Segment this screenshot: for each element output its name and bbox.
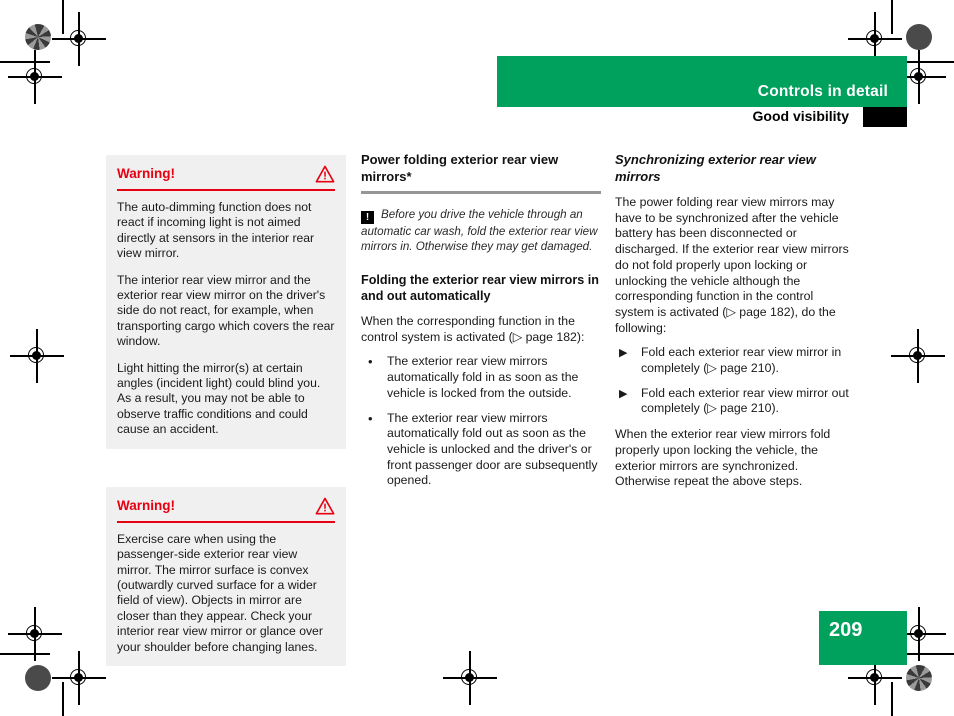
registration-mark-left-middle	[10, 329, 64, 383]
registration-mark-bottom-middle	[443, 651, 497, 705]
warning-box-2: Warning! Exercise care when using the pa…	[106, 486, 346, 666]
warning-box-1-paragraph-1: The auto-dimming function does not react…	[117, 200, 315, 261]
warning-box-1-paragraph-3: Light hitting the mirror(s) at certain a…	[117, 360, 321, 437]
warning-box-1: Warning! The auto-dimming function does …	[106, 155, 346, 449]
registration-mark-top-right-inner	[848, 12, 902, 66]
density-patch-top-left	[25, 24, 51, 50]
middle-column-note-text: Before you drive the vehicle through an …	[361, 208, 598, 253]
arrow-right-icon: ▶	[619, 347, 628, 360]
header-green-band: Controls in detail	[497, 56, 907, 107]
right-column-title: Synchronizing exterior rear view mirrors	[615, 152, 816, 184]
list-item: • The exterior rear view mirrors automat…	[361, 354, 601, 401]
middle-column-title: Power folding exterior rear view mirrors…	[361, 152, 559, 184]
crop-line-bottom-right-horizontal	[904, 653, 954, 655]
header-section-title: Good visibility	[752, 108, 849, 124]
crop-line-bottom-left-horizontal	[0, 653, 50, 655]
bullet-dot-icon: •	[368, 354, 373, 370]
registration-mark-bottom-left-inner	[52, 651, 106, 705]
left-column: Warning! The auto-dimming function does …	[106, 155, 346, 704]
right-column: Synchronizing exterior rear view mirrors…	[615, 152, 855, 490]
registration-mark-top-left-outer	[8, 50, 62, 104]
warning-box-2-title: Warning!	[117, 497, 175, 513]
middle-column: Power folding exterior rear view mirrors…	[361, 152, 601, 489]
warning-box-1-title: Warning!	[117, 166, 175, 182]
registration-mark-top-right-outer	[892, 50, 946, 104]
middle-column-bullet-list: • The exterior rear view mirrors automat…	[361, 354, 601, 489]
warning-triangle-icon	[315, 497, 335, 515]
right-column-outro: When the exterior rear view mirrors fold…	[615, 427, 831, 489]
page-number: 209	[829, 619, 863, 641]
right-column-intro: The power folding rear view mirrors may …	[615, 195, 849, 335]
header-section-row: Good visibility	[497, 107, 907, 127]
registration-mark-top-left-inner	[52, 12, 106, 66]
density-patch-bottom-left	[25, 665, 51, 691]
registration-mark-bottom-right-inner	[848, 651, 902, 705]
middle-column-subtitle: Folding the exterior rear view mirrors i…	[361, 273, 599, 303]
density-patch-bottom-right	[906, 665, 932, 691]
crop-line-bottom-right-vertical	[891, 682, 893, 716]
warning-box-1-body: The auto-dimming function does not react…	[106, 191, 346, 449]
warning-triangle-icon	[315, 165, 335, 183]
header-thumb-index-marker	[863, 107, 907, 127]
warning-box-2-header: Warning!	[106, 487, 346, 521]
list-item: ▶ Fold each exterior rear view mirror in…	[615, 345, 855, 376]
header-chapter-title: Controls in detail	[757, 83, 888, 100]
warning-box-1-paragraph-2: The interior rear view mirror and the ex…	[117, 272, 335, 349]
list-item: ▶ Fold each exterior rear view mirror ou…	[615, 386, 855, 417]
list-item-text: The exterior rear view mirrors automatic…	[387, 354, 579, 400]
warning-box-1-header: Warning!	[106, 155, 346, 189]
registration-mark-bottom-right-outer	[892, 607, 946, 661]
middle-column-note: ! Before you drive the vehicle through an…	[361, 207, 601, 254]
warning-box-2-body: Exercise care when using the passenger-s…	[106, 523, 346, 666]
registration-mark-right-middle	[891, 329, 945, 383]
right-column-step-list: ▶ Fold each exterior rear view mirror in…	[615, 345, 855, 417]
page-number-box: 209	[819, 611, 907, 665]
warning-box-2-paragraph-1: Exercise care when using the passenger-s…	[117, 531, 323, 654]
density-patch-top-right	[906, 24, 932, 50]
arrow-right-icon: ▶	[619, 387, 628, 400]
exclamation-box-icon: !	[361, 211, 374, 224]
list-item-text: The exterior rear view mirrors automatic…	[387, 410, 598, 488]
middle-column-intro: When the corresponding function in the c…	[361, 314, 585, 344]
middle-column-title-rule	[361, 191, 601, 194]
bullet-dot-icon: •	[368, 410, 373, 426]
crop-line-top-right-vertical	[891, 0, 893, 34]
registration-mark-bottom-left-outer	[8, 607, 62, 661]
list-item: • The exterior rear view mirrors automat…	[361, 411, 601, 490]
list-item-text: Fold each exterior rear view mirror in c…	[641, 345, 842, 376]
list-item-text: Fold each exterior rear view mirror out …	[641, 385, 849, 416]
